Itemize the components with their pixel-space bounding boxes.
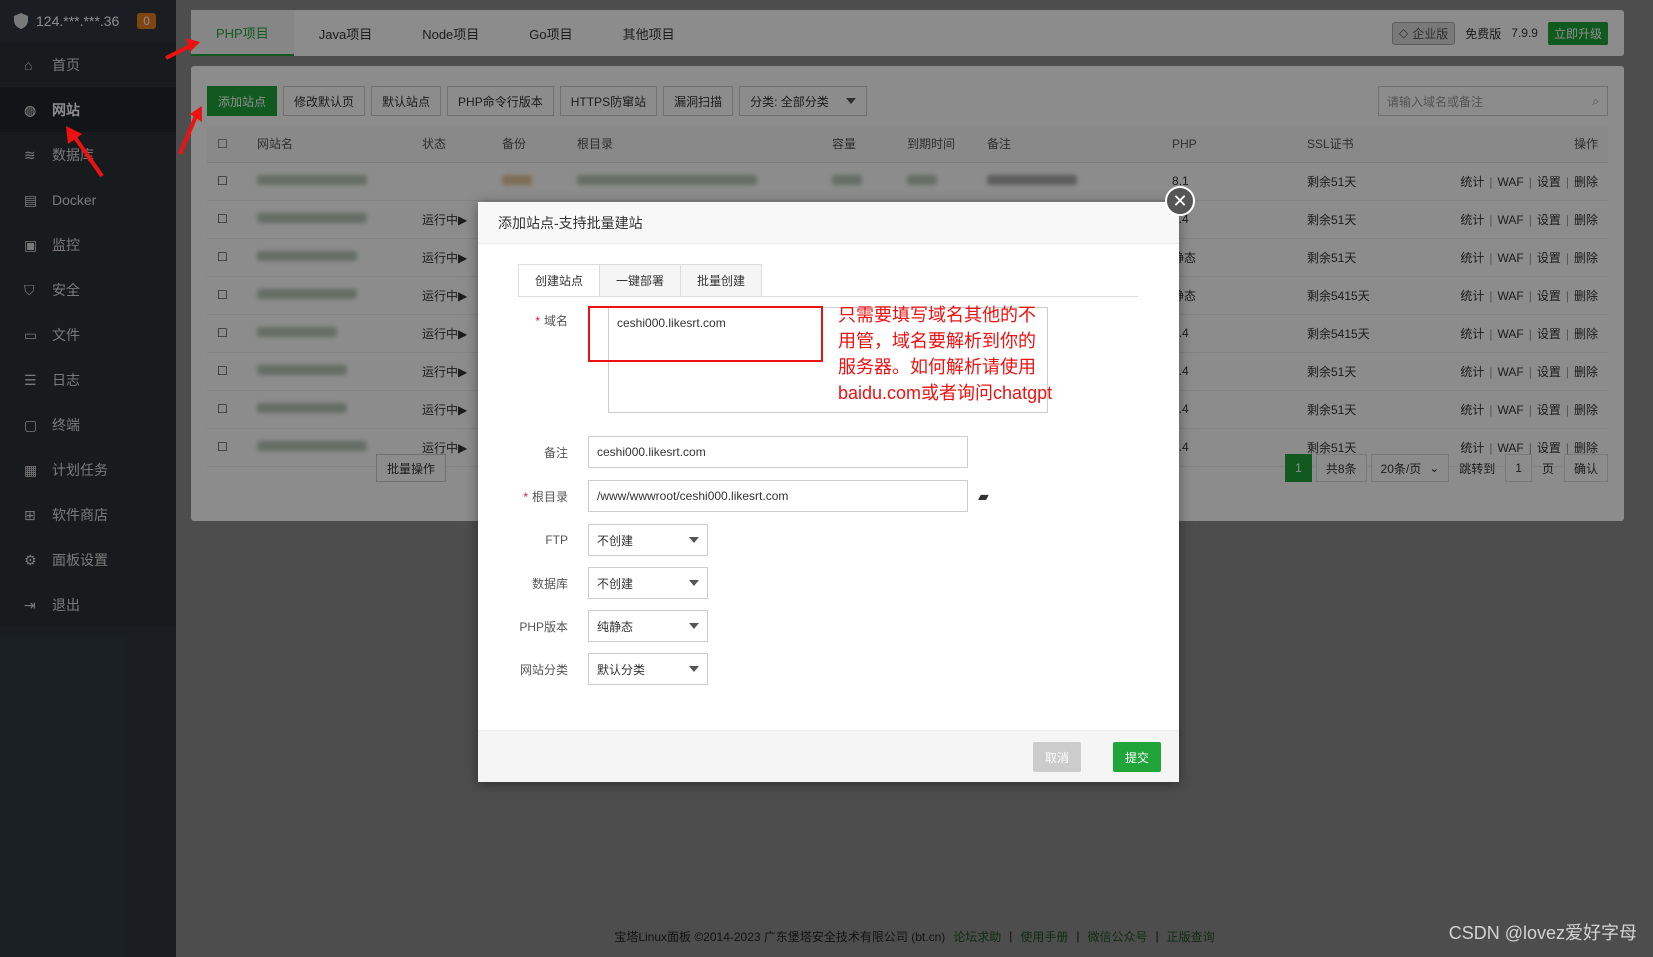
tab-batch-create[interactable]: 批量创建 — [680, 264, 763, 296]
cancel-button[interactable]: 取消 — [1033, 742, 1081, 772]
ftp-row: FTP 不创建 — [478, 524, 708, 556]
note-row: 备注 ceshi000.likesrt.com — [478, 436, 968, 468]
annotation-arrow-icon — [165, 38, 200, 60]
annotation-text: 只需要填写域名其他的不用管，域名要解析到你的服务器。如何解析请使用baidu.c… — [838, 305, 1053, 403]
domain-row: * 域名 — [478, 312, 588, 329]
domain-label: * 域名 — [478, 312, 588, 329]
chevron-down-icon — [689, 580, 699, 586]
root-label-text: 根目录 — [531, 489, 568, 504]
required-mark: * — [523, 489, 528, 504]
watermark: CSDN @lovez爱好字母 — [1448, 923, 1637, 943]
tab-create-site[interactable]: 创建站点 — [518, 264, 601, 296]
chevron-down-icon — [689, 537, 699, 543]
php-version-select[interactable]: 纯静态 — [588, 610, 708, 642]
dialog-title: 添加站点-支持批量建站 — [478, 202, 1179, 244]
close-icon[interactable]: ✕ — [1165, 186, 1195, 216]
chevron-down-icon — [689, 666, 699, 672]
php-label: PHP版本 — [519, 619, 568, 634]
category-row: 网站分类 默认分类 — [478, 653, 708, 685]
note-label: 备注 — [543, 445, 568, 460]
annotation-arrow-icon — [66, 126, 104, 178]
dialog-footer: 取消 提交 — [478, 730, 1179, 782]
dialog-tabs: 创建站点 一键部署 批量创建 — [518, 264, 763, 296]
database-select-value: 不创建 — [597, 576, 634, 591]
root-input[interactable]: /www/wwwroot/ceshi000.likesrt.com — [588, 480, 968, 512]
ftp-select-value: 不创建 — [597, 533, 634, 548]
chevron-down-icon — [689, 623, 699, 629]
root-label: * 根目录 — [478, 488, 588, 505]
category-label: 网站分类 — [519, 662, 568, 677]
submit-button[interactable]: 提交 — [1113, 742, 1161, 772]
tab-divider — [518, 296, 1138, 297]
tab-one-click-deploy[interactable]: 一键部署 — [599, 264, 682, 296]
category-select-value: 默认分类 — [597, 662, 646, 677]
note-input[interactable]: ceshi000.likesrt.com — [588, 436, 968, 468]
annotation-arrow-icon — [178, 106, 202, 155]
php-select-value: 纯静态 — [597, 619, 634, 634]
root-row: * 根目录 /www/wwwroot/ceshi000.likesrt.com ▰ — [478, 480, 989, 512]
php-row: PHP版本 纯静态 — [478, 610, 708, 642]
database-select[interactable]: 不创建 — [588, 567, 708, 599]
database-label: 数据库 — [531, 576, 568, 591]
ftp-select[interactable]: 不创建 — [588, 524, 708, 556]
ftp-label: FTP — [545, 533, 568, 547]
highlight-box — [588, 306, 823, 362]
folder-open-icon[interactable]: ▰ — [978, 488, 989, 505]
site-category-select[interactable]: 默认分类 — [588, 653, 708, 685]
database-row: 数据库 不创建 — [478, 567, 708, 599]
required-mark: * — [535, 314, 540, 328]
add-site-dialog: 添加站点-支持批量建站 ✕ 创建站点 一键部署 批量创建 * 域名 ceshi00… — [478, 186, 1195, 782]
domain-label-text: 域名 — [543, 314, 568, 328]
